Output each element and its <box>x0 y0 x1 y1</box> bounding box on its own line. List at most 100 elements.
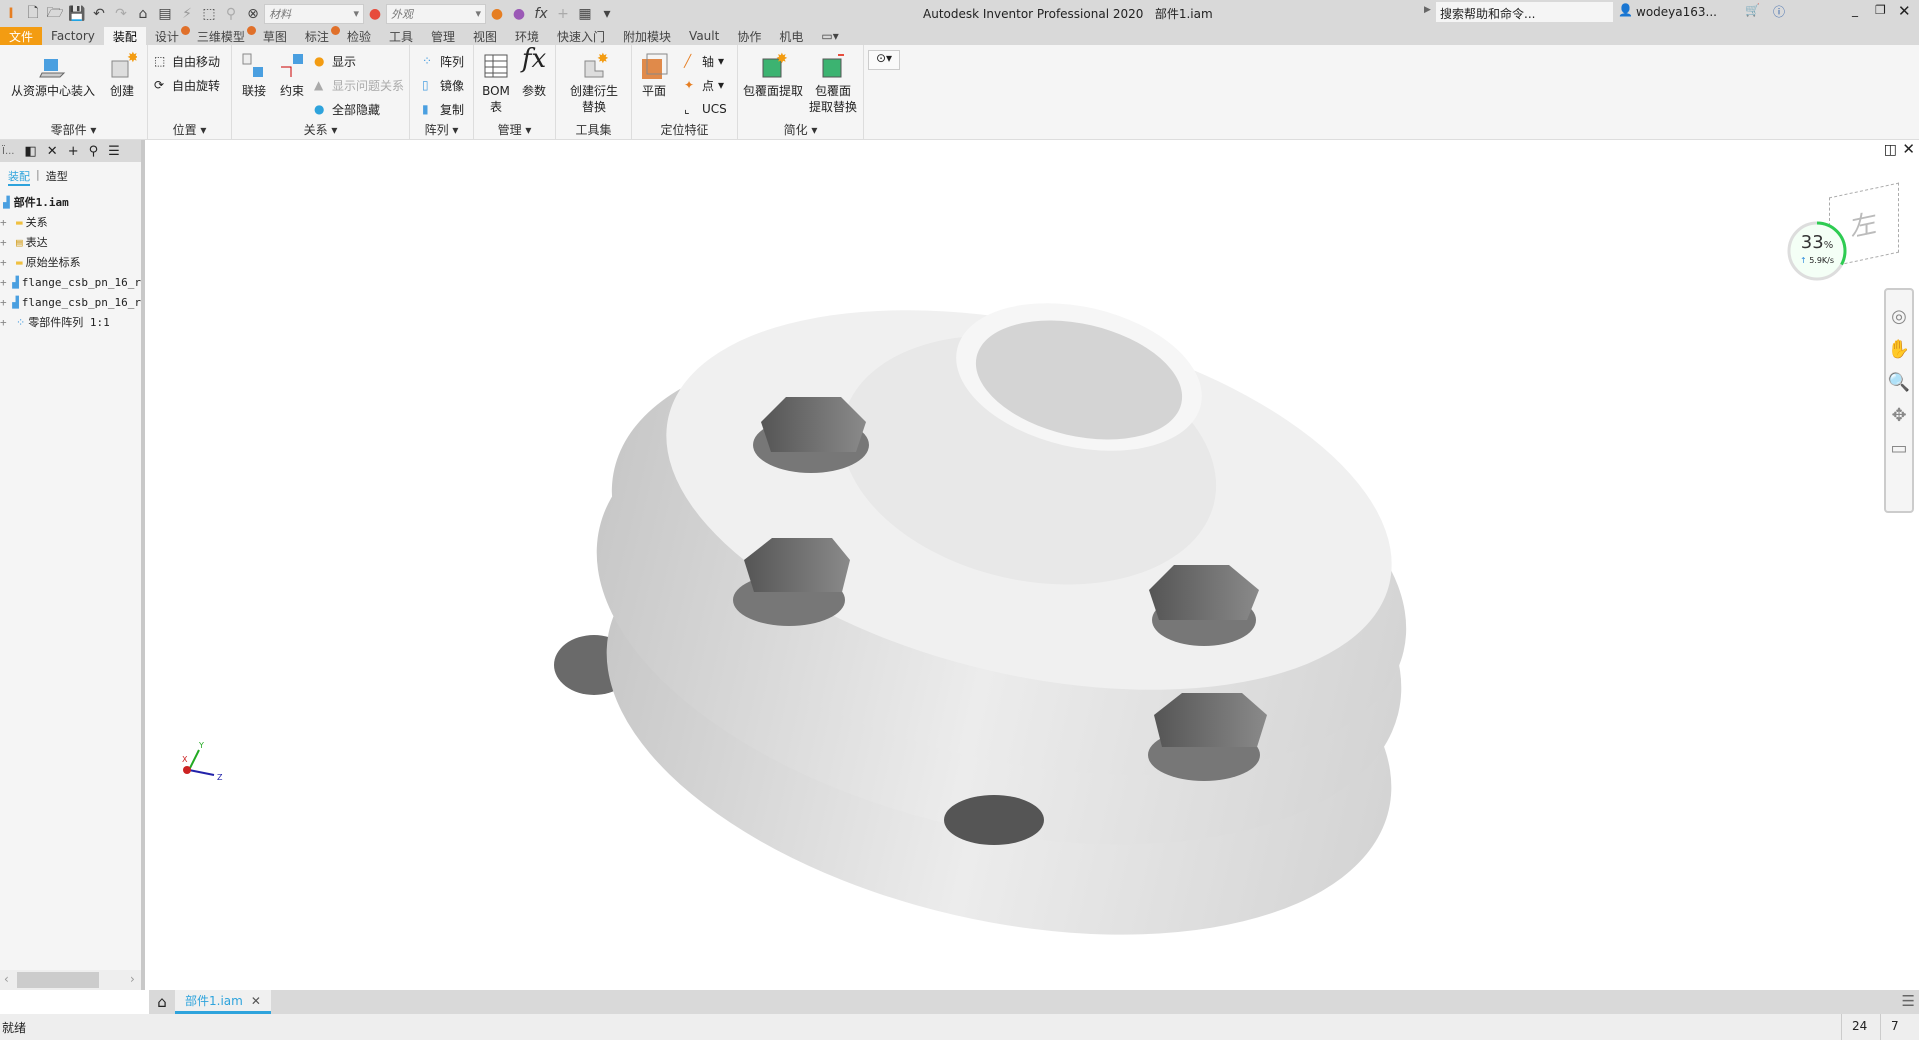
show-button[interactable]: ● 显示 <box>314 51 356 71</box>
clear-appearance-icon[interactable]: ● <box>508 3 530 25</box>
orbit-icon[interactable]: ✥ <box>1891 405 1906 426</box>
user-name[interactable]: wodeya163... <box>1636 5 1717 19</box>
tab-assemble[interactable]: 装配 <box>103 27 146 45</box>
inventor-logo-icon[interactable]: I <box>0 3 22 25</box>
properties-icon[interactable]: ▤ <box>154 3 176 25</box>
help-search-input[interactable]: 搜索帮助和命令... <box>1436 2 1613 22</box>
hide-all-button[interactable]: ● 全部隐藏 <box>314 99 380 119</box>
zoom-icon[interactable]: 🔍 <box>1888 372 1910 393</box>
ribbon-gallery-dropdown[interactable]: ⊙▾ <box>868 50 900 70</box>
restore-icon[interactable]: ❐ <box>1875 3 1886 17</box>
measure-icon[interactable]: ⚲ <box>220 3 242 25</box>
tree-item[interactable]: + ▤ 表达 <box>0 232 141 252</box>
plane-button[interactable]: 平面 <box>636 51 672 99</box>
shrinkwrap-button[interactable]: ✸ 包覆面提取 <box>742 51 804 99</box>
appearance-icon[interactable]: ● <box>364 3 386 25</box>
axis-button[interactable]: ╱ 轴 ▾ <box>684 51 724 71</box>
save-icon[interactable]: 💾 <box>66 3 88 25</box>
close-icon[interactable]: ✕ <box>1898 2 1911 20</box>
menu-icon[interactable]: ☰ <box>1902 992 1915 1010</box>
ribbon-display-options-icon[interactable]: ▭▾ <box>812 27 847 45</box>
add-icon[interactable]: + <box>68 144 79 159</box>
close-icon[interactable]: ✕ <box>47 144 58 159</box>
material-combo[interactable]: 材料 ▾ <box>264 3 364 24</box>
tab-vault[interactable]: Vault <box>680 27 728 45</box>
flange-model[interactable] <box>149 140 1919 990</box>
scroll-thumb[interactable] <box>17 972 99 988</box>
pan-icon[interactable]: ✋ <box>1888 339 1910 360</box>
point-button[interactable]: ✦ 点 ▾ <box>684 75 724 95</box>
tab-annotate[interactable]: 标注 <box>296 26 340 45</box>
minimize-icon[interactable]: _ <box>1852 3 1858 17</box>
tab-electromechanical[interactable]: 机电 <box>770 27 812 45</box>
cart-icon[interactable]: 🛒 <box>1745 3 1760 17</box>
tab-inspect[interactable]: 检验 <box>338 27 380 45</box>
redo-icon[interactable]: ↷ <box>110 3 132 25</box>
tree-item[interactable]: + ▟ flange_csb_pn_16_r <box>0 272 141 292</box>
menu-icon[interactable]: ☰ <box>108 144 120 159</box>
create-substitute-button[interactable]: ✸ 创建衍生 替换 <box>562 51 626 115</box>
panel-label[interactable]: 管理 ▾ <box>474 121 555 138</box>
tab-modeling[interactable]: 造型 <box>46 168 68 186</box>
expand-icon[interactable]: + <box>0 216 16 229</box>
graphics-viewport[interactable]: ◫ ✕ 左 33% ↑ 5.9K/s ◎ ✋ 🔍 ✥ ▭ X Y Z <box>149 140 1919 990</box>
show-sick-button[interactable]: ▲ 显示问题关系 <box>314 75 404 95</box>
ipart-icon[interactable]: ▦ <box>574 3 596 25</box>
scroll-left-icon[interactable]: ‹ <box>4 972 9 986</box>
panel-label[interactable]: 位置 ▾ <box>148 121 231 138</box>
help-icon[interactable]: ⓘ <box>1773 3 1785 20</box>
home-icon[interactable]: ⌂ <box>149 993 175 1011</box>
place-from-content-center-button[interactable]: 从资源中心装入 <box>8 51 98 99</box>
open-icon[interactable]: 🗁 <box>44 3 66 25</box>
tab-tools[interactable]: 工具 <box>380 27 422 45</box>
search-icon[interactable]: ⚲ <box>89 144 99 159</box>
tree-item[interactable]: + ▬ 原始坐标系 <box>0 252 141 272</box>
panel-label[interactable]: 零部件 ▾ <box>0 121 147 138</box>
expand-icon[interactable]: + <box>0 296 12 309</box>
adjust-appearance-icon[interactable]: ● <box>486 3 508 25</box>
parameters-button[interactable]: fx 参数 <box>516 46 552 99</box>
mirror-button[interactable]: ▯ 镜像 <box>422 75 464 95</box>
close-icon[interactable]: ✕ <box>251 994 261 1008</box>
tree-item[interactable]: + ▬ 关系 <box>0 212 141 232</box>
free-rotate-button[interactable]: ⟳ 自由旋转 <box>154 75 220 95</box>
network-speed-widget[interactable]: 33% ↑ 5.9K/s <box>1786 220 1848 282</box>
update-icon[interactable]: ⚡ <box>176 3 198 25</box>
panel-label[interactable]: 关系 ▾ <box>232 121 409 138</box>
tree-item[interactable]: + ▟ flange_csb_pn_16_r <box>0 292 141 312</box>
expand-icon[interactable]: + <box>0 236 16 249</box>
material-icon[interactable]: ⊗ <box>242 3 264 25</box>
tab-collaborate[interactable]: 协作 <box>728 27 770 45</box>
horizontal-scrollbar[interactable]: ‹ › <box>0 970 141 990</box>
tree-root[interactable]: ▟ 部件1.iam <box>0 192 141 212</box>
copy-button[interactable]: ▮ 复制 <box>422 99 464 119</box>
browser-tab[interactable]: Ï... <box>2 146 15 157</box>
tab-add-ins[interactable]: 附加模块 <box>614 27 680 45</box>
scroll-right-icon[interactable]: › <box>130 972 135 986</box>
constrain-button[interactable]: 约束 <box>274 51 310 99</box>
joint-button[interactable]: 联接 <box>236 51 272 99</box>
tab-design[interactable]: 设计 <box>146 26 190 45</box>
look-at-icon[interactable]: ▭ <box>1890 438 1907 459</box>
panel-label[interactable]: 简化 ▾ <box>738 121 863 138</box>
plus-icon[interactable]: + <box>552 3 574 25</box>
appearance-combo[interactable]: 外观 ▾ <box>386 3 486 24</box>
undo-icon[interactable]: ↶ <box>88 3 110 25</box>
tab-factory[interactable]: Factory <box>42 27 104 45</box>
fx-icon[interactable]: fx <box>530 3 552 25</box>
free-move-button[interactable]: ⬚ 自由移动 <box>154 51 220 71</box>
user-icon[interactable]: 👤 <box>1618 3 1633 17</box>
pattern-button[interactable]: ⁘ 阵列 <box>422 51 464 71</box>
expand-icon[interactable]: + <box>0 276 12 289</box>
create-component-button[interactable]: ✸ 创建 <box>102 51 142 99</box>
bom-button[interactable]: BOM 表 <box>478 51 514 115</box>
tab-view[interactable]: 视图 <box>464 27 506 45</box>
tab-manage[interactable]: 管理 <box>422 27 464 45</box>
doc-tab[interactable]: 部件1.iam ✕ <box>175 990 271 1014</box>
tree-item[interactable]: + ⁘ 零部件阵列 1:1 <box>0 312 141 332</box>
home-icon[interactable]: ⌂ <box>132 3 154 25</box>
model-icon[interactable]: ◧ <box>25 144 37 159</box>
tab-get-started[interactable]: 快速入门 <box>548 27 614 45</box>
expand-icon[interactable]: + <box>0 256 16 269</box>
panel-label[interactable]: 阵列 ▾ <box>410 121 473 138</box>
